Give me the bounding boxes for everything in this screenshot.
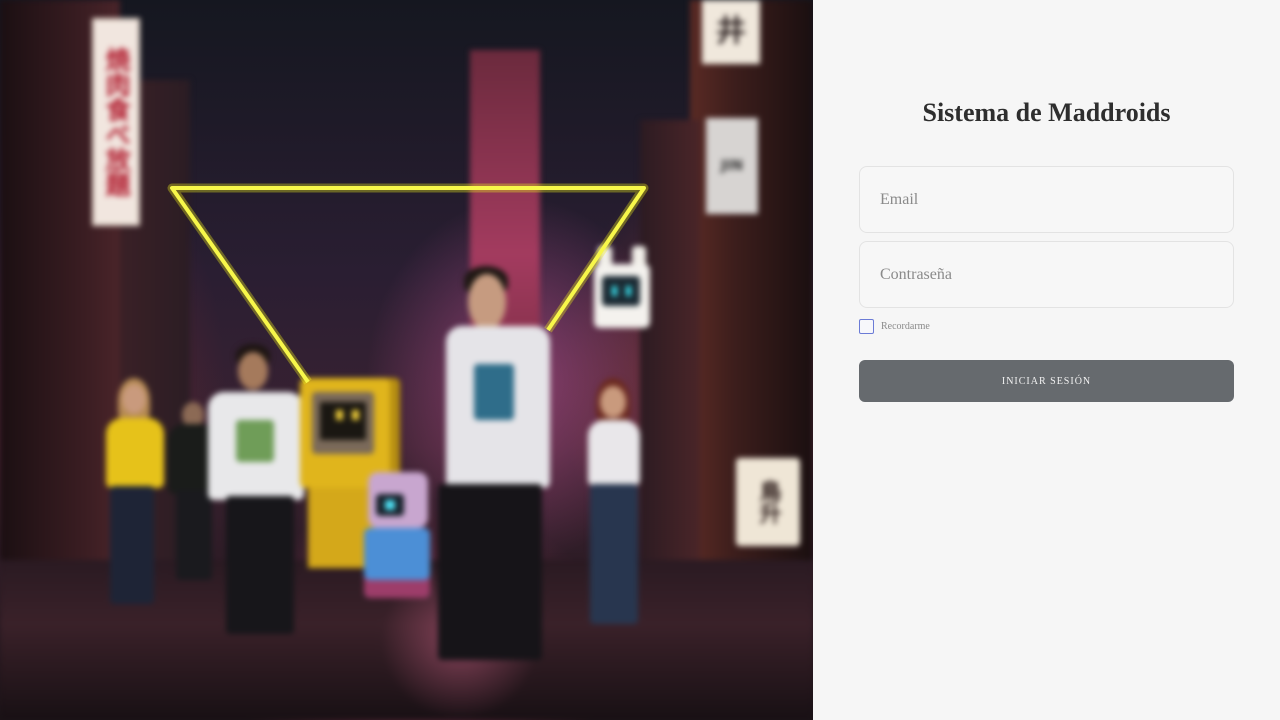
neon-triangle xyxy=(167,183,649,385)
password-field[interactable] xyxy=(859,241,1234,308)
login-panel: Sistema de Maddroids Recordarme INICIAR … xyxy=(813,0,1280,720)
login-button[interactable]: INICIAR SESIÓN xyxy=(859,360,1234,402)
hero-image: 焼肉食べ放題 井 JIN 鳥升 xyxy=(0,0,813,720)
email-field[interactable] xyxy=(859,166,1234,233)
page-title: Sistema de Maddroids xyxy=(922,98,1171,127)
remember-checkbox[interactable] xyxy=(859,318,874,334)
remember-me[interactable]: Recordarme xyxy=(859,318,930,334)
remember-label: Recordarme xyxy=(881,320,930,332)
